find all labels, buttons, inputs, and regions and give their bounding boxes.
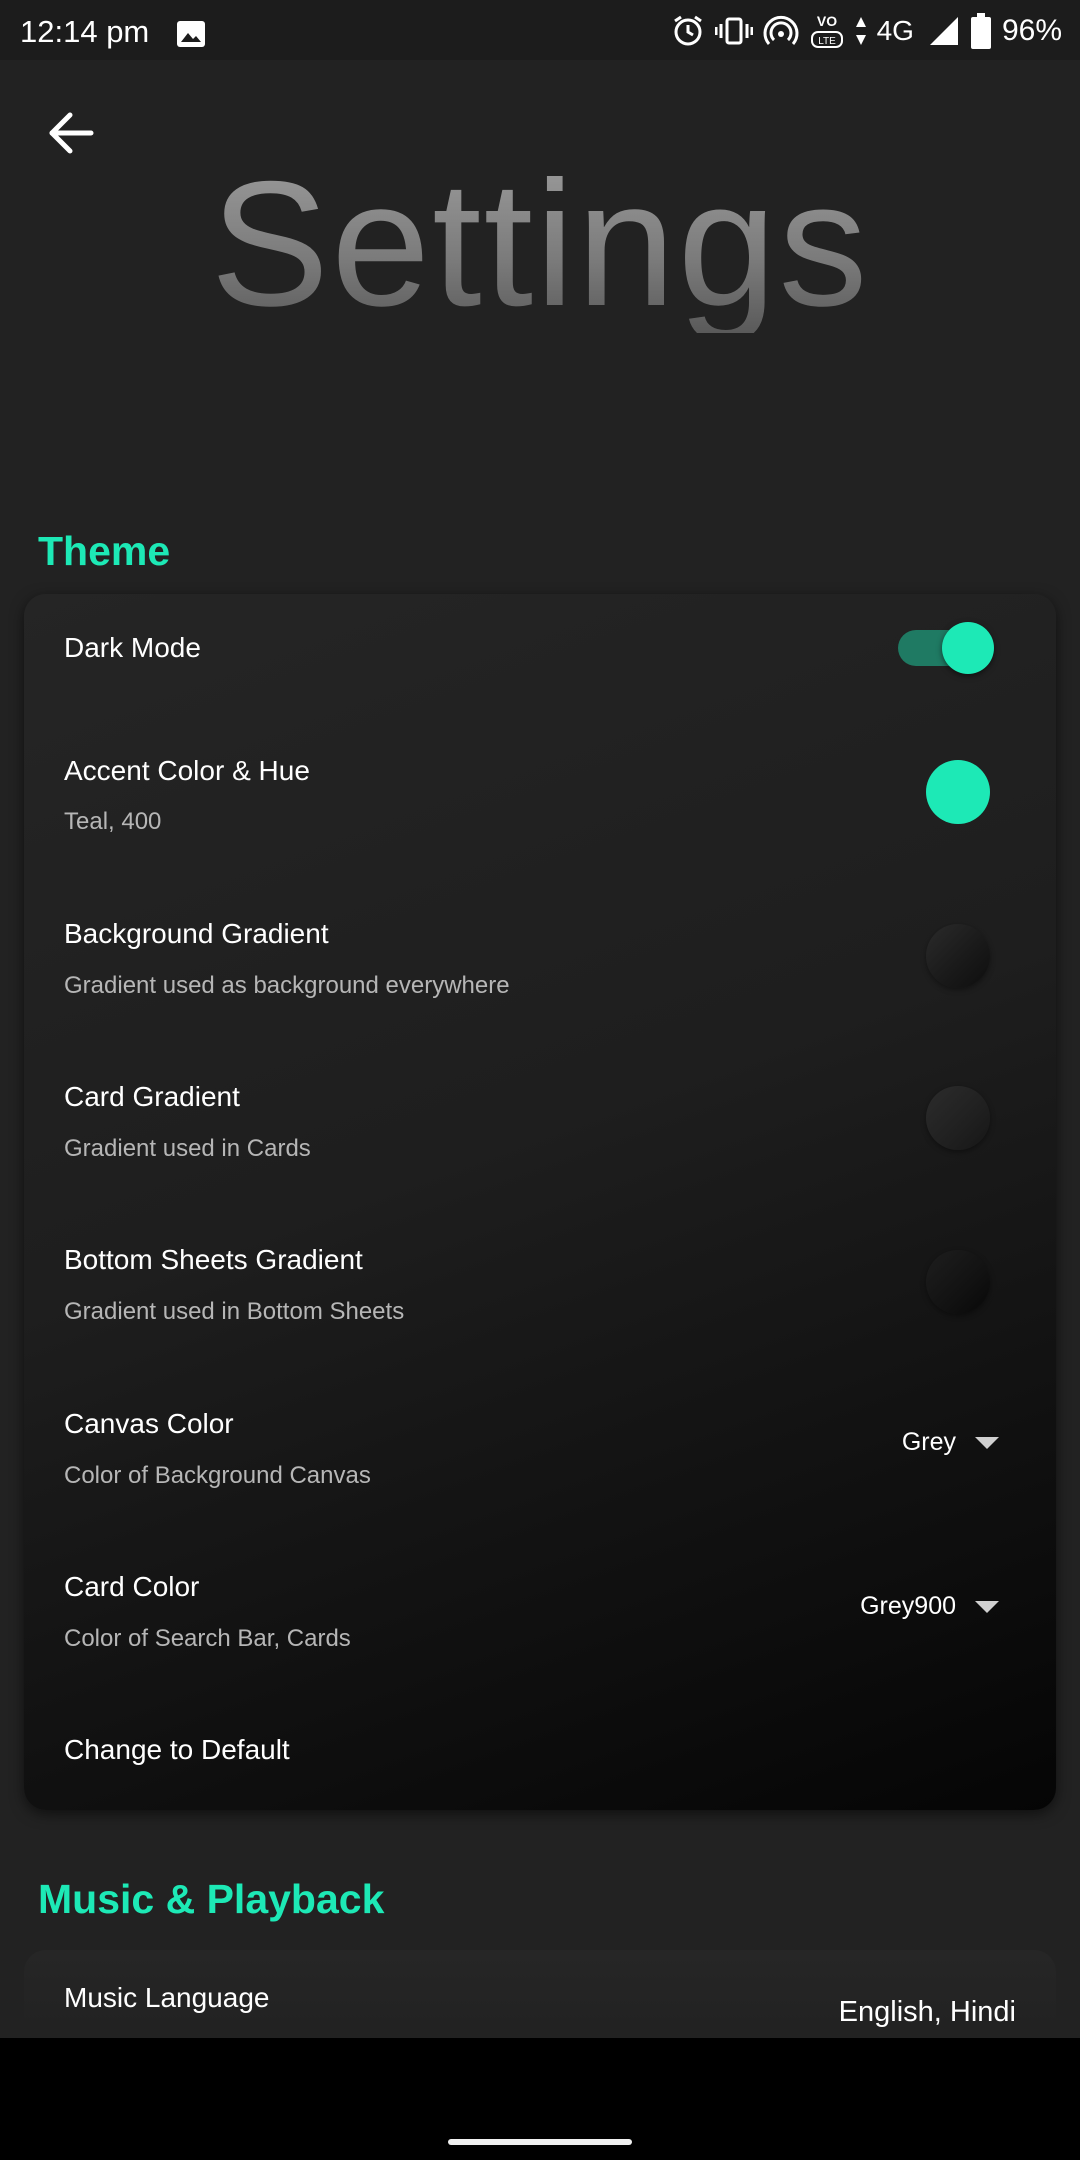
network-type: 4G: [876, 15, 914, 46]
dropdown-arrow-icon: [975, 1436, 999, 1449]
svg-text:VO: VO: [816, 13, 836, 29]
card-gradient-swatch[interactable]: [926, 1086, 990, 1150]
signal-icon: [928, 15, 960, 47]
canvas-color-dropdown[interactable]: Grey: [902, 1428, 1000, 1457]
status-time: 12:14 pm: [20, 14, 150, 49]
canvas-color-sub: Color of Background Canvas: [64, 1462, 371, 1489]
toggle-thumb: [942, 622, 994, 674]
card-gradient-sub: Gradient used in Cards: [64, 1135, 311, 1162]
section-title-theme: Theme: [38, 528, 171, 574]
arrow-back-icon: [49, 112, 94, 154]
back-button[interactable]: [42, 104, 100, 162]
status-icons: VO LTE 4G 96%: [671, 10, 1062, 52]
music-language-label[interactable]: Music Language: [64, 1982, 269, 2014]
vibrate-icon: [714, 14, 753, 48]
dark-mode-label: Dark Mode: [64, 632, 201, 663]
card-color-value: Grey900: [860, 1592, 956, 1620]
section-title-music: Music & Playback: [38, 1876, 385, 1922]
volte-icon: VO LTE: [809, 11, 845, 51]
alarm-icon: [671, 14, 705, 48]
change-to-default-button[interactable]: Change to Default: [64, 1734, 290, 1766]
dark-mode-toggle[interactable]: [898, 622, 994, 674]
canvas-color-value: Grey: [901, 1428, 956, 1456]
status-bar: 12:14 pm VO LTE 4G 96%: [0, 0, 1080, 60]
background-gradient-sub: Gradient used as background everywhere: [64, 972, 510, 999]
bottom-sheets-gradient-swatch[interactable]: [926, 1250, 990, 1314]
music-language-value[interactable]: English, Hindi: [839, 1996, 1016, 2029]
accent-color-swatch[interactable]: [926, 760, 990, 824]
card-color-label: Card Color: [64, 1571, 200, 1602]
bottom-sheets-gradient-label[interactable]: Bottom Sheets Gradient: [64, 1244, 363, 1276]
accent-color-label[interactable]: Accent Color & Hue: [64, 755, 310, 787]
data-arrows-icon: [855, 15, 867, 47]
background-gradient-label[interactable]: Background Gradient: [64, 918, 329, 950]
home-indicator[interactable]: [448, 2139, 632, 2145]
card-color-dropdown[interactable]: Grey900: [860, 1592, 1000, 1621]
background-gradient-swatch[interactable]: [926, 924, 990, 988]
svg-text:LTE: LTE: [818, 36, 836, 47]
battery-icon: [970, 13, 992, 49]
page-title: Settings: [0, 155, 1080, 333]
canvas-color-label: Canvas Color: [64, 1408, 234, 1439]
accent-color-sub: Teal, 400: [64, 808, 162, 835]
image-icon: [176, 20, 206, 48]
dropdown-arrow-icon: [975, 1600, 999, 1613]
card-gradient-label[interactable]: Card Gradient: [64, 1081, 240, 1113]
card-color-sub: Color of Search Bar, Cards: [64, 1625, 351, 1652]
bottom-sheets-gradient-sub: Gradient used in Bottom Sheets: [64, 1298, 405, 1325]
hotspot-icon: [763, 14, 799, 48]
battery-percent: 96%: [1001, 14, 1062, 47]
